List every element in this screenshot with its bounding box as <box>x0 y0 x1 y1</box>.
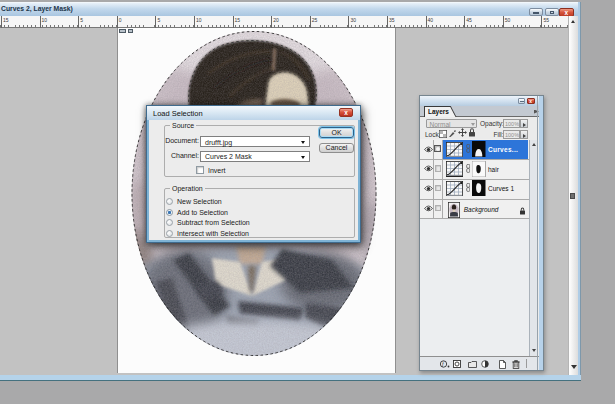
svg-text:f: f <box>442 361 445 367</box>
